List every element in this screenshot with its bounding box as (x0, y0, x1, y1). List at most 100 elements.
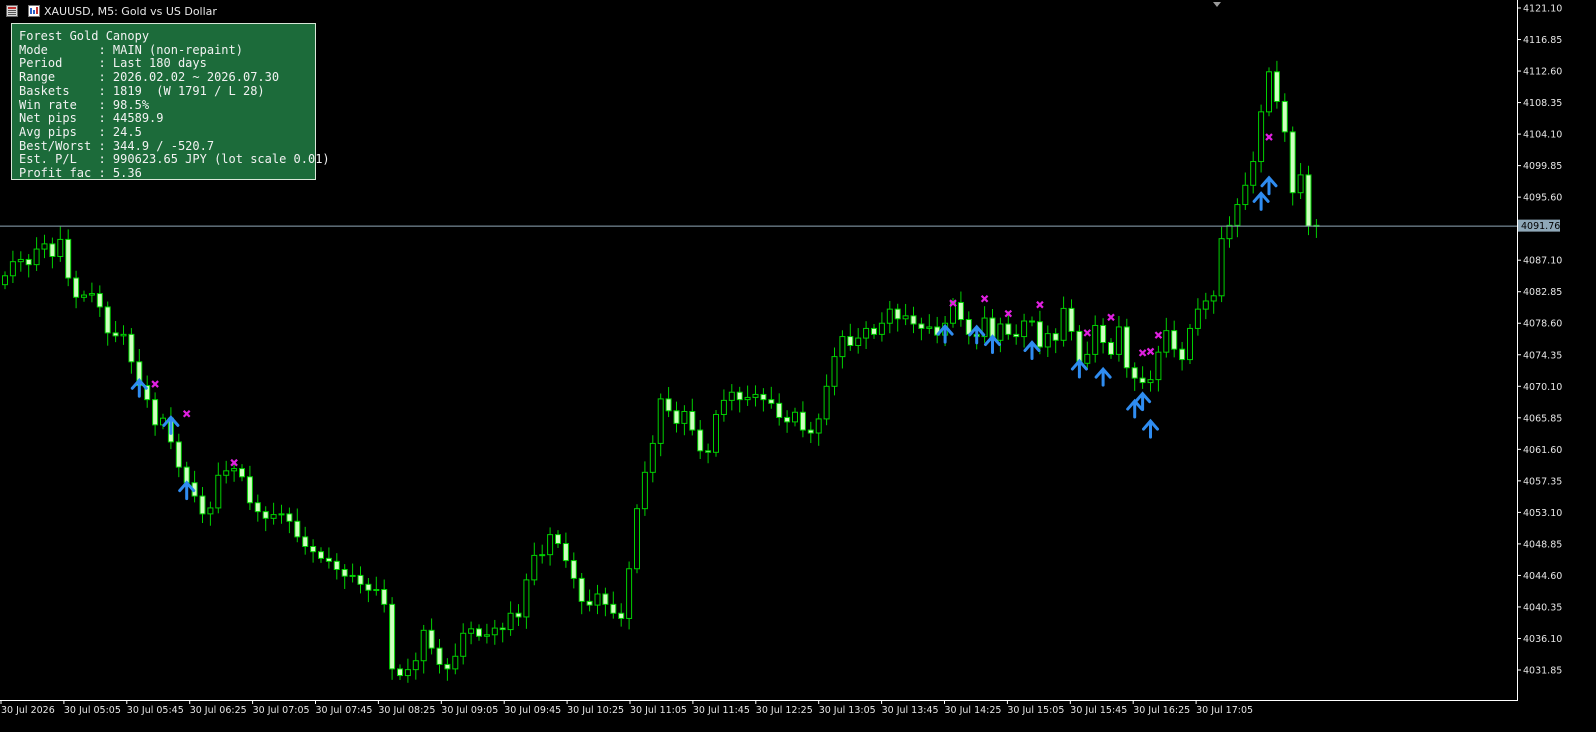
chart-shift-marker[interactable] (1213, 2, 1221, 7)
candle[interactable] (286, 507, 293, 534)
candle[interactable] (239, 464, 245, 482)
candle[interactable] (1155, 345, 1162, 392)
candle[interactable] (152, 392, 159, 436)
candle[interactable] (965, 311, 972, 345)
candle[interactable] (1147, 370, 1154, 392)
candle[interactable] (1084, 341, 1091, 369)
candle[interactable] (1281, 93, 1288, 142)
candle[interactable] (1108, 338, 1114, 359)
candle[interactable] (483, 623, 490, 644)
candle[interactable] (144, 375, 151, 408)
candle[interactable] (1013, 324, 1020, 345)
candle[interactable] (570, 552, 577, 589)
candle[interactable] (436, 639, 443, 674)
candle[interactable] (444, 658, 451, 681)
candle[interactable] (697, 420, 704, 459)
candle[interactable] (420, 624, 427, 674)
candle[interactable] (1210, 290, 1217, 314)
candle[interactable] (792, 407, 798, 427)
candle[interactable] (357, 566, 364, 594)
candle[interactable] (302, 526, 309, 555)
candle[interactable] (310, 539, 317, 563)
candle[interactable] (404, 658, 411, 683)
candle[interactable] (665, 387, 672, 418)
candle[interactable] (333, 553, 340, 580)
candle[interactable] (389, 597, 396, 680)
candle[interactable] (1273, 60, 1280, 109)
candle[interactable] (728, 384, 735, 411)
candle[interactable] (1297, 163, 1304, 199)
candle[interactable] (1258, 104, 1265, 173)
candle[interactable] (1060, 296, 1067, 347)
candle[interactable] (602, 587, 609, 617)
candle[interactable] (871, 323, 877, 339)
candle[interactable] (799, 401, 806, 438)
candle[interactable] (381, 579, 388, 613)
candle[interactable] (17, 251, 24, 272)
candle[interactable] (1234, 198, 1241, 238)
candle[interactable] (112, 321, 119, 343)
candle[interactable] (49, 237, 56, 269)
candle[interactable] (744, 385, 751, 406)
candle[interactable] (1068, 299, 1075, 341)
candle[interactable] (175, 433, 182, 478)
candle[interactable] (318, 547, 324, 563)
candle[interactable] (476, 624, 482, 641)
candle[interactable] (934, 316, 941, 344)
candle[interactable] (681, 405, 688, 436)
candle[interactable] (1194, 298, 1201, 336)
candle[interactable] (278, 504, 285, 524)
candle[interactable] (25, 254, 32, 278)
candle[interactable] (294, 508, 301, 543)
candle[interactable] (191, 470, 198, 503)
candle[interactable] (1100, 318, 1107, 354)
candle[interactable] (1171, 320, 1178, 358)
candle[interactable] (523, 573, 530, 629)
candle[interactable] (1250, 151, 1257, 194)
candle[interactable] (33, 237, 40, 271)
candle[interactable] (1131, 362, 1138, 391)
candle[interactable] (270, 502, 277, 525)
candle[interactable] (365, 578, 372, 603)
candle[interactable] (1226, 216, 1233, 248)
candle[interactable] (325, 547, 332, 569)
candle[interactable] (1179, 341, 1186, 371)
candle[interactable] (839, 330, 846, 369)
candle[interactable] (1266, 67, 1272, 117)
candle[interactable] (752, 385, 759, 407)
candle[interactable] (807, 421, 814, 444)
candle[interactable] (1052, 328, 1059, 354)
candle[interactable] (894, 303, 901, 332)
candle[interactable] (428, 618, 435, 655)
candle[interactable] (349, 563, 356, 583)
candle[interactable] (547, 527, 554, 566)
candle[interactable] (1092, 315, 1099, 363)
candle[interactable] (673, 401, 680, 433)
candle[interactable] (246, 465, 253, 510)
candle[interactable] (1044, 325, 1051, 357)
candle[interactable] (499, 622, 506, 643)
candle[interactable] (491, 619, 498, 645)
candle[interactable] (1139, 366, 1146, 389)
candle[interactable] (657, 393, 664, 457)
candle[interactable] (618, 603, 625, 627)
candle[interactable] (855, 328, 862, 354)
candle[interactable] (73, 270, 80, 309)
candle[interactable] (634, 504, 640, 574)
candle[interactable] (926, 314, 933, 334)
candle[interactable] (1289, 126, 1296, 206)
candle[interactable] (1202, 292, 1209, 320)
candle[interactable] (886, 300, 893, 334)
candle[interactable] (784, 410, 791, 433)
candle[interactable] (555, 530, 561, 548)
candle[interactable] (223, 460, 230, 484)
candle[interactable] (104, 301, 111, 346)
candle[interactable] (57, 226, 64, 262)
candle[interactable] (578, 573, 585, 615)
candle[interactable] (96, 285, 103, 317)
candle[interactable] (2, 271, 8, 290)
candle[interactable] (507, 601, 514, 636)
candle[interactable] (594, 584, 601, 615)
candle[interactable] (41, 234, 48, 259)
candle[interactable] (452, 643, 459, 675)
